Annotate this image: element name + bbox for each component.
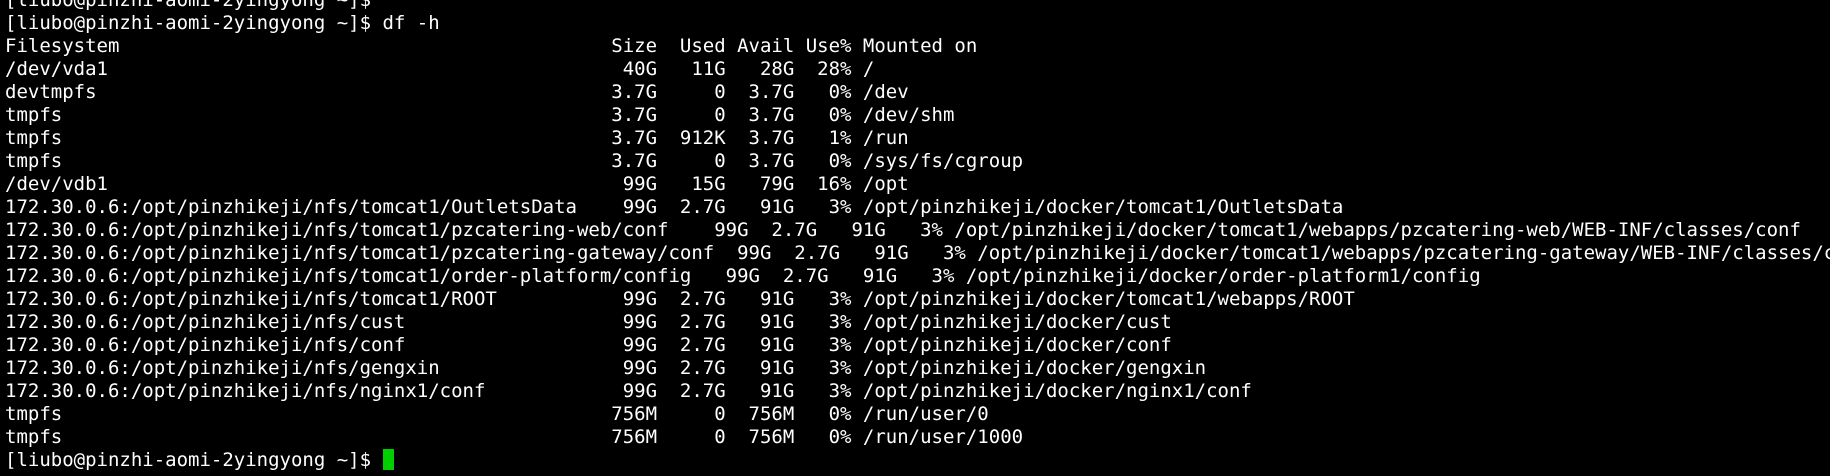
df-row: devtmpfs 3.7G 0 3.7G 0% /dev bbox=[5, 81, 909, 103]
command-line: [liubo@pinzhi-aomi-2yingyong ~]$ df -h bbox=[5, 12, 440, 34]
df-row: 172.30.0.6:/opt/pinzhikeji/nfs/tomcat1/O… bbox=[5, 196, 1344, 218]
df-row: tmpfs 756M 0 756M 0% /run/user/0 bbox=[5, 403, 989, 425]
terminal-output: [liubo@pinzhi-aomi-2yingyong ~]$ [liubo@… bbox=[5, 0, 1830, 472]
df-header-row: Filesystem Size Used Avail Use% Mounted … bbox=[5, 35, 978, 57]
df-row: 172.30.0.6:/opt/pinzhikeji/nfs/cust 99G … bbox=[5, 311, 1172, 333]
df-row: 172.30.0.6:/opt/pinzhikeji/nfs/tomcat1/p… bbox=[5, 242, 1830, 264]
prompt-line-previous: [liubo@pinzhi-aomi-2yingyong ~]$ bbox=[5, 0, 372, 11]
df-row: /dev/vda1 40G 11G 28G 28% / bbox=[5, 58, 875, 80]
active-prompt-line[interactable]: [liubo@pinzhi-aomi-2yingyong ~]$ bbox=[5, 449, 1830, 472]
df-row: 172.30.0.6:/opt/pinzhikeji/nfs/conf 99G … bbox=[5, 334, 1172, 356]
df-row: tmpfs 3.7G 912K 3.7G 1% /run bbox=[5, 127, 909, 149]
df-row: 172.30.0.6:/opt/pinzhikeji/nfs/nginx1/co… bbox=[5, 380, 1252, 402]
df-row: 172.30.0.6:/opt/pinzhikeji/nfs/tomcat1/p… bbox=[5, 219, 1801, 241]
df-row: /dev/vdb1 99G 15G 79G 16% /opt bbox=[5, 173, 909, 195]
text-cursor bbox=[382, 449, 394, 470]
df-row: tmpfs 756M 0 756M 0% /run/user/1000 bbox=[5, 426, 1024, 448]
df-row: 172.30.0.6:/opt/pinzhikeji/nfs/tomcat1/R… bbox=[5, 288, 1355, 310]
shell-prompt: [liubo@pinzhi-aomi-2yingyong ~]$ bbox=[5, 449, 372, 471]
df-row: 172.30.0.6:/opt/pinzhikeji/nfs/gengxin 9… bbox=[5, 357, 1207, 379]
terminal-window[interactable]: [liubo@pinzhi-aomi-2yingyong ~]$ [liubo@… bbox=[0, 0, 1830, 476]
df-row: tmpfs 3.7G 0 3.7G 0% /sys/fs/cgroup bbox=[5, 150, 1024, 172]
df-row: tmpfs 3.7G 0 3.7G 0% /dev/shm bbox=[5, 104, 955, 126]
df-row: 172.30.0.6:/opt/pinzhikeji/nfs/tomcat1/o… bbox=[5, 265, 1481, 287]
